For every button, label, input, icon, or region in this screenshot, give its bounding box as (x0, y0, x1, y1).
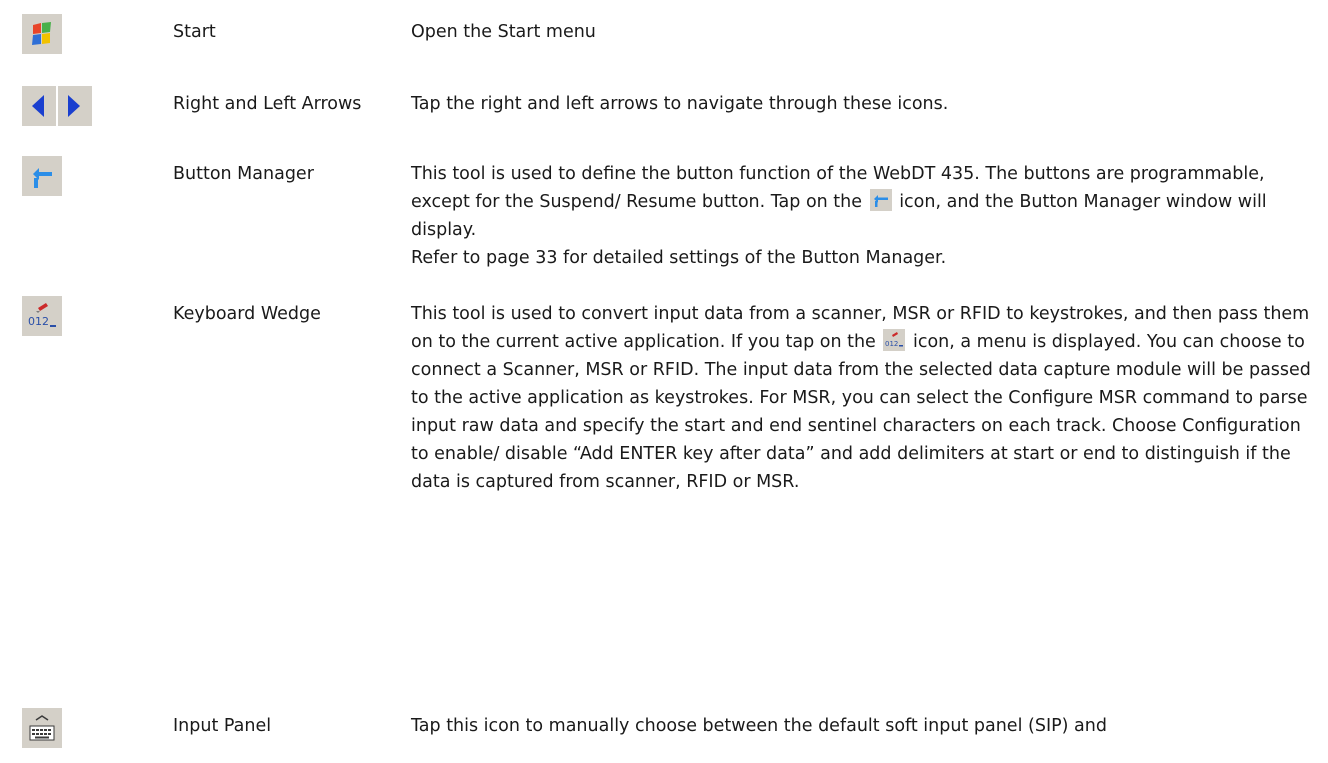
description-text: Open the Start menu (411, 22, 596, 42)
svg-text:012: 012 (885, 340, 898, 348)
row-description: Tap the right and left arrows to navigat… (411, 90, 1311, 118)
left-right-arrows-icon (22, 86, 92, 126)
row-description: Open the Start menu (411, 18, 1311, 46)
row-description: This tool is used to define the button f… (411, 160, 1311, 272)
row-description: Tap this icon to manually choose between… (411, 712, 1311, 740)
description-text: Tap this icon to manually choose between… (411, 716, 1107, 736)
row-name: Input Panel (173, 716, 272, 736)
button-manager-icon (22, 156, 62, 196)
button-manager-icon (869, 189, 892, 211)
description-text: Tap the right and left arrows to navigat… (411, 94, 949, 114)
windows-start-flag-icon (22, 14, 62, 54)
row-description: This tool is used to convert input data … (411, 300, 1311, 496)
description-text: This tool is used to define the button f… (411, 160, 1311, 244)
svg-text:012: 012 (28, 315, 49, 328)
row-name: Right and Left Arrows (173, 94, 362, 114)
input-panel-keyboard-icon (22, 708, 62, 748)
row-name: Start (173, 22, 216, 42)
keyboard-wedge-icon: 012 (883, 329, 906, 351)
description-text: This tool is used to convert input data … (411, 300, 1311, 496)
description-text: Refer to page 33 for detailed settings o… (411, 248, 947, 268)
keyboard-wedge-icon: 012 (22, 296, 62, 336)
row-name: Keyboard Wedge (173, 304, 321, 324)
row-name: Button Manager (173, 164, 314, 184)
description-text-part: icon, a menu is displayed. You can choos… (411, 332, 1311, 492)
